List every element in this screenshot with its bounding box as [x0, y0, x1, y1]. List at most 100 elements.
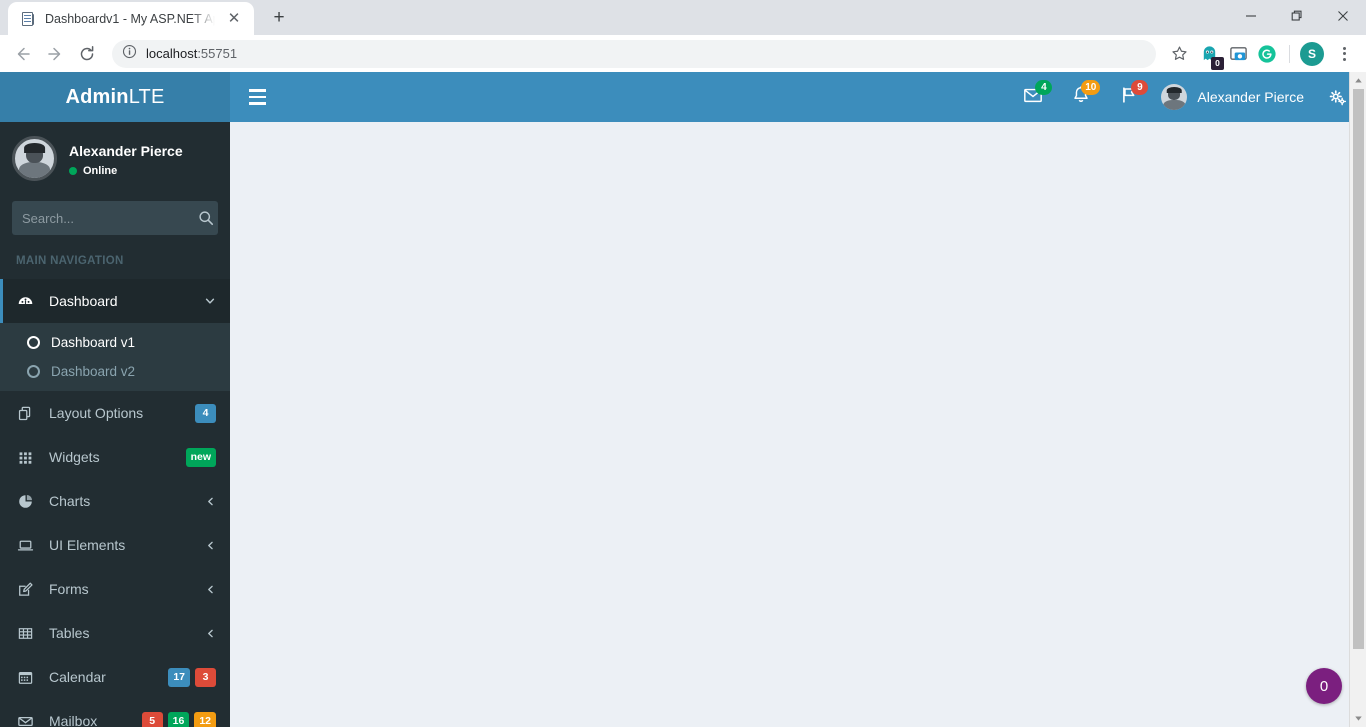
- tab-title: Dashboardv1 - My ASP.NET Appl: [45, 11, 215, 26]
- sidebar-submenu-dashboard: Dashboard v1 Dashboard v2: [0, 323, 230, 391]
- badge-count: 12: [194, 711, 216, 727]
- sidebar-item-dashboard[interactable]: Dashboard Dashboard v1 Dashboard v2: [0, 279, 230, 391]
- close-window-icon[interactable]: [1320, 0, 1366, 32]
- messages-badge: 4: [1035, 80, 1053, 95]
- browser-menu-icon[interactable]: [1330, 40, 1358, 68]
- sidebar-link-tables[interactable]: Tables: [0, 611, 230, 655]
- sidebar-subitem-dashboard-v1[interactable]: Dashboard v1: [0, 328, 230, 357]
- back-button[interactable]: [8, 39, 38, 69]
- sidebar-link-mailbox[interactable]: Mailbox 5 16 12: [0, 699, 230, 727]
- scrollbar-thumb[interactable]: [1352, 89, 1364, 649]
- tab-favicon-icon: [20, 11, 36, 27]
- address-bar[interactable]: localhost:55751: [112, 39, 1156, 68]
- sidebar-user-status-text: Online: [83, 164, 118, 177]
- sidebar-label-mailbox: Mailbox: [49, 713, 98, 727]
- sidebar-item-tables[interactable]: Tables: [0, 611, 230, 655]
- sidebar-badges-calendar: 17 3: [168, 667, 216, 687]
- grid-icon: [15, 449, 35, 466]
- sidebar-link-forms[interactable]: Forms: [0, 567, 230, 611]
- scroll-up-arrow-icon[interactable]: [1349, 72, 1366, 89]
- scroll-down-arrow-icon[interactable]: [1349, 710, 1366, 727]
- table-icon: [15, 625, 35, 642]
- sidebar-badges-mailbox: 5 16 12: [141, 711, 216, 727]
- tab-strip: Dashboardv1 - My ASP.NET Appl ✕ +: [0, 0, 1366, 35]
- forward-button[interactable]: [40, 39, 70, 69]
- sidebar-item-widgets[interactable]: Widgets new: [0, 435, 230, 479]
- sidebar-label-calendar: Calendar: [49, 669, 106, 685]
- sidebar-search-form: [0, 191, 230, 239]
- chevron-left-icon: [205, 628, 216, 639]
- online-dot-icon: [69, 166, 77, 175]
- sidebar-user-info: Alexander Pierce Online: [69, 141, 183, 177]
- sidebar-link-charts[interactable]: Charts: [0, 479, 230, 523]
- browser-toolbar: localhost:55751 0 S: [0, 35, 1366, 72]
- grammarly-extension-icon[interactable]: [1254, 41, 1280, 67]
- tasks-badge: 9: [1131, 80, 1149, 95]
- sidebar-link-layout-options[interactable]: Layout Options 4: [0, 391, 230, 435]
- page-scrollbar[interactable]: [1349, 72, 1366, 727]
- sidebar-label-widgets: Widgets: [49, 449, 100, 465]
- sidebar-item-forms[interactable]: Forms: [0, 567, 230, 611]
- info-circle-icon[interactable]: [122, 44, 137, 64]
- floating-counter-badge[interactable]: 0: [1306, 668, 1342, 704]
- window-controls: [1228, 0, 1366, 35]
- envelope-icon: [15, 713, 35, 727]
- sidebar-item-charts[interactable]: Charts: [0, 479, 230, 523]
- search-input[interactable]: [22, 210, 198, 226]
- chevron-left-icon: [205, 496, 216, 507]
- sidebar-avatar: [12, 136, 57, 181]
- chevron-left-icon: [205, 540, 216, 551]
- maximize-restore-icon[interactable]: [1274, 0, 1320, 32]
- url-host: localhost: [146, 46, 198, 61]
- badge-count: 5: [141, 711, 163, 727]
- logo-bold-text: Admin: [65, 85, 129, 108]
- sidebar-search-box[interactable]: [12, 201, 218, 235]
- sidebar-item-ui-elements[interactable]: UI Elements: [0, 523, 230, 567]
- sidebar-label-charts: Charts: [49, 493, 91, 509]
- sidebar-item-calendar[interactable]: Calendar 17 3: [0, 655, 230, 699]
- user-menu[interactable]: Alexander Pierce: [1153, 72, 1316, 122]
- tab-close-icon[interactable]: ✕: [224, 9, 244, 29]
- browser-window: Dashboardv1 - My ASP.NET Appl ✕ + localh…: [0, 0, 1366, 727]
- badge-count: 17: [168, 667, 190, 687]
- sidebar-sublink-dashboard-v2[interactable]: Dashboard v2: [0, 357, 230, 386]
- messages-menu[interactable]: 4: [1009, 72, 1057, 122]
- new-tab-button[interactable]: +: [265, 4, 293, 32]
- profile-avatar[interactable]: S: [1299, 41, 1325, 67]
- ghost-extension-badge: 0: [1211, 56, 1224, 70]
- page-viewport: Admin LTE 4 10 9 Alexander Pierce Alexan…: [0, 72, 1366, 727]
- sidebar-label-ui-elements: UI Elements: [49, 537, 126, 553]
- sidebar-link-dashboard[interactable]: Dashboard: [0, 279, 230, 323]
- sidebar-link-widgets[interactable]: Widgets new: [0, 435, 230, 479]
- sidebar-menu: Dashboard Dashboard v1 Dashboard v2 Layo…: [0, 279, 230, 727]
- tasks-menu[interactable]: 9: [1105, 72, 1153, 122]
- search-icon[interactable]: [198, 210, 214, 226]
- edit-icon: [15, 581, 35, 598]
- sidebar-label-tables: Tables: [49, 625, 90, 641]
- sidebar-user-status: Online: [69, 165, 183, 177]
- sidebar-toggle-button[interactable]: [234, 72, 280, 122]
- pie-chart-icon: [15, 493, 35, 510]
- sidebar-item-mailbox[interactable]: Mailbox 5 16 12: [0, 699, 230, 727]
- sidebar-sublink-dashboard-v1[interactable]: Dashboard v1: [0, 328, 230, 357]
- app-logo[interactable]: Admin LTE: [0, 72, 230, 122]
- sidebar-nav-header: MAIN NAVIGATION: [16, 255, 124, 267]
- dashboard-icon: [15, 293, 35, 310]
- minimize-icon[interactable]: [1228, 0, 1274, 32]
- sidebar-item-layout-options[interactable]: Layout Options 4: [0, 391, 230, 435]
- sidebar-link-calendar[interactable]: Calendar 17 3: [0, 655, 230, 699]
- sidebar-user-panel[interactable]: Alexander Pierce Online: [0, 122, 230, 191]
- sidebar-link-ui-elements[interactable]: UI Elements: [0, 523, 230, 567]
- screenshot-extension-icon[interactable]: [1225, 41, 1251, 67]
- sidebar-subitem-dashboard-v2[interactable]: Dashboard v2: [0, 357, 230, 386]
- sidebar-label-forms: Forms: [49, 581, 89, 597]
- ghost-extension-icon[interactable]: 0: [1196, 41, 1224, 70]
- app-sidebar: Alexander Pierce Online Search... MAIN N…: [0, 122, 230, 727]
- extension-icons: 0 S: [1196, 40, 1358, 70]
- notifications-menu[interactable]: 10: [1057, 72, 1105, 122]
- bookmark-star-icon[interactable]: [1164, 39, 1194, 69]
- browser-tab[interactable]: Dashboardv1 - My ASP.NET Appl ✕: [8, 2, 254, 35]
- reload-button[interactable]: [72, 39, 102, 69]
- sidebar-label-dashboard: Dashboard: [49, 293, 118, 309]
- app-header: Admin LTE 4 10 9 Alexander Pierce: [0, 72, 1366, 122]
